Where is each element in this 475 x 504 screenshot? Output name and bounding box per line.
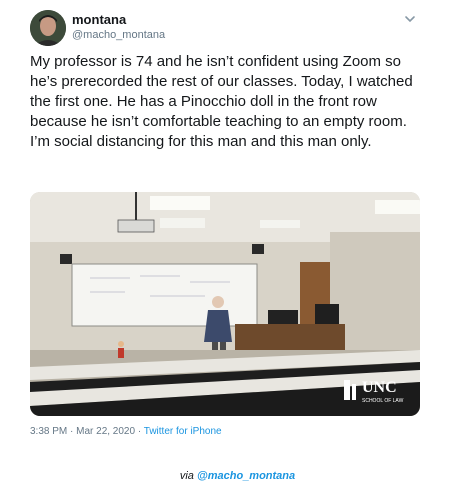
display-name[interactable]: montana <box>72 12 126 27</box>
tweet-text: My professor is 74 and he isn’t confiden… <box>30 53 413 150</box>
timestamp-text[interactable]: 3:38 PM · Mar 22, 2020 · <box>30 426 144 437</box>
school-of-law-watermark-text: SCHOOL OF LAW <box>362 398 404 404</box>
caption-prefix: via <box>179 470 197 482</box>
caption-link[interactable]: @macho_montana <box>197 470 295 482</box>
user-handle[interactable]: @macho_montana <box>72 29 165 41</box>
chevron-down-icon[interactable] <box>403 12 417 26</box>
classroom-image: UNC SCHOOL OF LAW <box>30 192 420 416</box>
tweet-timestamp: 3:38 PM · Mar 22, 2020 · Twitter for iPh… <box>30 426 222 437</box>
tweet-card: montana @macho_montana My professor is 7… <box>18 0 434 460</box>
image-caption: via @macho_montana <box>0 470 475 482</box>
tweet-photo[interactable]: UNC SCHOOL OF LAW <box>30 192 420 416</box>
unc-watermark-text: UNC <box>362 379 397 396</box>
avatar[interactable] <box>30 10 66 46</box>
source-link[interactable]: Twitter for iPhone <box>144 426 222 437</box>
